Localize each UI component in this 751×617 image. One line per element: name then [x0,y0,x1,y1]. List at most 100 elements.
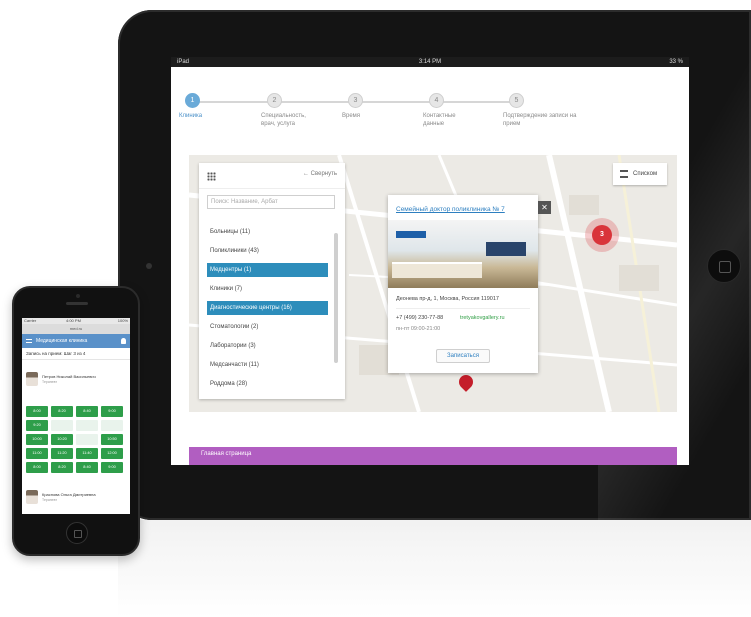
step-number: 4 [429,93,444,108]
category-item[interactable]: Стоматологии (2) [207,320,328,334]
category-panel: ← Свернуть Поиск: Название, Арбат Больни… [199,163,345,399]
time-slot[interactable]: 8:20 [51,406,73,417]
enroll-button[interactable]: Записаться [436,349,490,363]
list-view-button[interactable]: Списком [613,163,667,185]
clinic-photo [388,220,538,288]
ipad-home-button[interactable] [707,249,741,283]
step-label: Время [342,113,361,119]
category-item[interactable]: Поликлиники (43) [207,244,328,258]
divider [396,308,530,309]
time-slot[interactable]: 10:20 [51,434,73,445]
clinic-site-link[interactable]: tretyakovgallery.ru [460,315,505,321]
iphone-screen: Carrier 4:00 PM 100% med.ru Медицинская … [22,318,130,514]
booking-steps: 1 Клиника 2 Специальность, врач, услуга … [171,67,689,155]
close-icon[interactable]: ✕ [538,201,551,214]
iphone-time: 4:00 PM [66,318,81,323]
step-contacts[interactable]: 4 Контактные данные [423,93,473,128]
step-label: Контактные данные [423,113,456,127]
iphone-camera [76,294,80,298]
stage: iPad 3:14 PM 33 % 1 Клиника 2 Специально… [0,0,751,617]
iphone-carrier: Carrier [24,318,37,323]
step-number: 3 [348,93,363,108]
time-slot[interactable]: 11:20 [51,448,73,459]
time-slot[interactable]: 11:40 [76,448,98,459]
iphone-status-bar: Carrier 4:00 PM 100% [22,318,130,324]
iphone-speaker [66,302,88,305]
ipad-reflection [118,520,751,617]
iphone-battery: 100% [117,318,128,323]
time-slot[interactable]: 8:00 [26,406,48,417]
iphone-header-title: Медицинская клиника [36,338,88,344]
ipad-status-bar: iPad 3:14 PM 33 % [171,57,689,67]
doctor-role: Терапевт [42,380,58,384]
step-label: Подтверждение записи на прием [503,113,577,127]
category-item[interactable]: Медсанчасти (11) [207,358,328,372]
status-time: 3:14 PM [418,59,442,65]
time-slot[interactable]: 8:40 [76,406,98,417]
main-page-bar[interactable]: Главная страница [189,447,677,465]
time-slot[interactable]: 10:50 [101,434,123,445]
category-item[interactable]: Клиники (7) [207,282,328,296]
step-confirm[interactable]: 5 Подтверждение записи на прием [503,93,581,128]
clinic-screen [486,242,526,256]
clinic-phone[interactable]: +7 (499) 230-77-88 [396,315,443,321]
time-slot[interactable]: 8:40 [76,462,98,473]
time-slot [101,420,123,431]
doctor-card[interactable]: Петров Николай Васильевич Терапевт [26,372,126,388]
cluster-marker[interactable]: 3 [592,225,612,245]
time-slot[interactable]: 9:00 [101,462,123,473]
clinic-hours: пн-пт 09:00-21:00 [396,326,441,332]
step-label: Клиника [179,113,203,119]
reception-desk [392,262,482,278]
clinic-title-link[interactable]: Семейный доктор поликлиника № 7 [388,195,538,213]
time-slot[interactable]: 9:00 [101,406,123,417]
collapse-button[interactable]: ← Свернуть [303,171,337,177]
time-slot[interactable]: 12:00 [101,448,123,459]
search-input[interactable]: Поиск: Название, Арбат [207,195,335,209]
clinic-address: Деонева пр-д, 1, Москва, Россия 119017 [396,296,499,302]
category-item[interactable]: Медцентры (1) [207,263,328,277]
iphone-subheader: Запись на прием: Шаг 3 из 4 [22,348,130,360]
clinic-popup: ✕ Семейный доктор поликлиника № 7 Деонев… [388,195,551,373]
step-time[interactable]: 3 Время [342,93,392,120]
category-item[interactable]: Диагностические центры (16) [207,301,328,315]
avatar [26,490,38,504]
category-item[interactable]: Больницы (11) [207,225,328,239]
map-view[interactable]: ← Свернуть Поиск: Название, Арбат Больни… [189,155,677,412]
panel-header: ← Свернуть [199,163,345,189]
doctor-card[interactable]: Краснова Ольга Дмитриевна Терапевт [26,490,126,506]
step-number: 2 [267,93,282,108]
iphone-home-button[interactable] [66,522,88,544]
battery-label: 33 % [669,59,683,65]
time-slot [76,420,98,431]
step-label: Специальность, врач, услуга [261,113,306,127]
grid-icon[interactable] [207,172,216,181]
url-bar[interactable]: med.ru [22,324,130,334]
step-number: 1 [185,93,200,108]
iphone-device: Carrier 4:00 PM 100% med.ru Медицинская … [12,286,140,556]
time-slot [76,434,98,445]
time-slot[interactable]: 11:00 [26,448,48,459]
doctor-role: Терапевт [42,498,58,502]
step-specialty[interactable]: 2 Специальность, врач, услуга [261,93,321,128]
category-item[interactable]: Лаборатории (3) [207,339,328,353]
doctor-name: Краснова Ольга Дмитриевна [42,492,96,497]
time-slot[interactable]: 8:00 [26,462,48,473]
time-slot[interactable]: 9:20 [26,420,48,431]
time-slot[interactable]: 10:00 [26,434,48,445]
iphone-header: Медицинская клиника [22,334,130,348]
doctor-name: Петров Николай Васильевич [42,374,96,379]
step-clinic[interactable]: 1 Клиника [179,93,269,120]
menu-icon[interactable] [26,339,32,343]
panel-scrollbar[interactable] [334,233,338,363]
avatar [26,372,38,386]
category-list: Больницы (11) Поликлиники (43) Медцентры… [207,225,328,396]
category-item[interactable]: Роддома (28) [207,377,328,391]
user-icon[interactable] [121,338,126,344]
time-slot[interactable]: 8:20 [51,462,73,473]
list-icon [620,170,628,178]
ipad-screen: iPad 3:14 PM 33 % 1 Клиника 2 Специально… [171,57,689,465]
step-number: 5 [509,93,524,108]
time-slot [51,420,73,431]
list-view-label: Списком [633,171,658,177]
